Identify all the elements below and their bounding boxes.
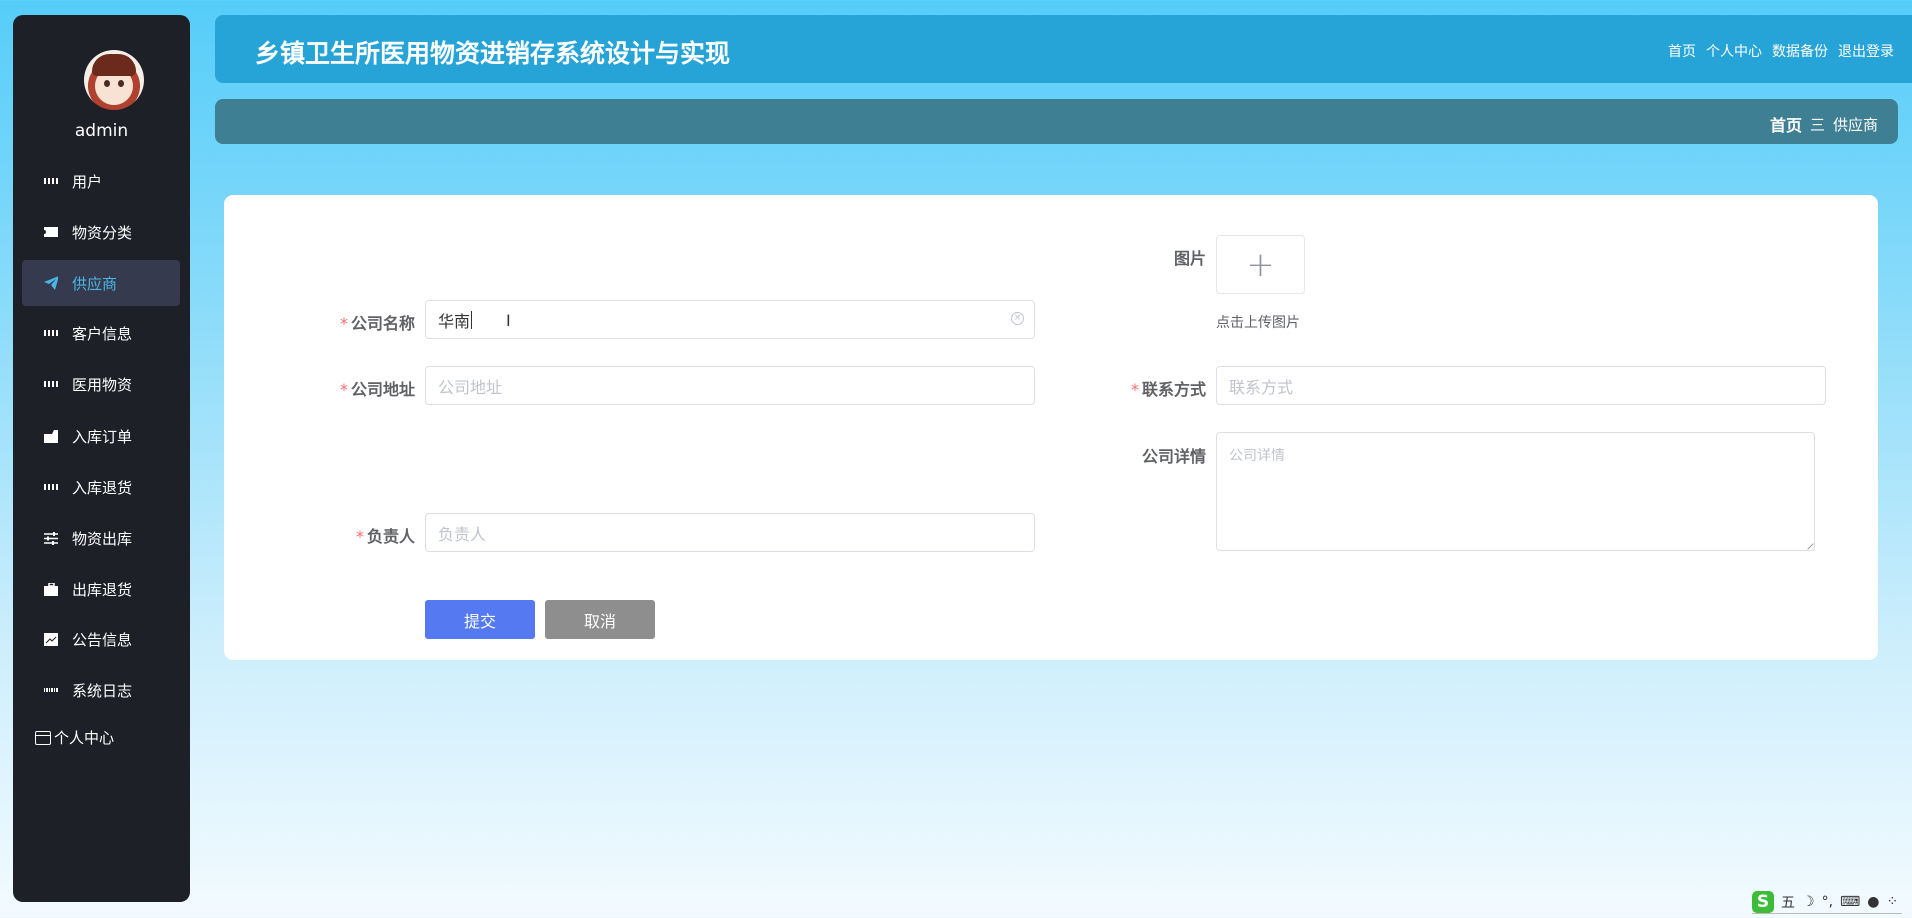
app-title: 乡镇卫生所医用物资进销存系统设计与实现 (255, 39, 731, 68)
sidebar-item-supplier[interactable]: 供应商 (22, 260, 180, 306)
user-icon[interactable]: ● (1867, 894, 1879, 910)
sidebar-item-label: 公告信息 (72, 630, 133, 649)
submit-button[interactable]: 提交 (425, 600, 535, 639)
chart-icon (44, 632, 58, 646)
sidebar-item-category[interactable]: 物资分类 (22, 209, 180, 255)
nav-logout[interactable]: 退出登录 (1838, 41, 1894, 61)
breadcrumb-current: 供应商 (1832, 115, 1878, 134)
nav-personal-center[interactable]: 个人中心 (1706, 41, 1762, 61)
grid-icon (44, 326, 58, 340)
plus-icon: + (1246, 244, 1275, 285)
company-name-label: * 公司名称 (339, 314, 415, 333)
nav-home[interactable]: 首页 (1668, 41, 1696, 61)
apps-icon[interactable]: ⁘ (1886, 894, 1898, 910)
person-in-charge-input[interactable]: 负责人 (425, 513, 1035, 552)
resize-handle[interactable] (1802, 538, 1814, 550)
company-address-label: * 公司地址 (339, 380, 415, 399)
breadcrumb-separator: 三 (1809, 115, 1825, 134)
person-in-charge-label: * 负责人 (355, 527, 415, 546)
breadcrumb-home[interactable]: 首页 (1770, 112, 1802, 136)
contact-label: * 联系方式 (1130, 380, 1206, 399)
sidebar-item-medical-supplies[interactable]: 医用物资 (22, 361, 180, 407)
sidebar-item-label: 物资分类 (72, 223, 133, 242)
ime-toolbar: S 五 ☽ °, ⌨ ● ⁘ (1752, 890, 1903, 914)
grid-icon (44, 174, 58, 188)
contact-input[interactable]: 联系方式 (1216, 366, 1826, 405)
sliders-icon (44, 531, 58, 545)
breadcrumb-bar: 首页 三 供应商 (215, 99, 1898, 144)
briefcase-icon (44, 582, 58, 596)
cancel-button[interactable]: 取消 (545, 600, 655, 639)
table-icon (43, 683, 59, 697)
sidebar-item-users[interactable]: 用户 (22, 158, 180, 204)
sidebar-item-label: 系统日志 (72, 681, 133, 700)
image-label: 图片 (1173, 249, 1206, 268)
sidebar-item-personal-center[interactable]: 个人中心 (35, 727, 114, 748)
avatar[interactable] (84, 50, 144, 110)
username: admin (74, 121, 129, 141)
sidebar-item-system-log[interactable]: 系统日志 (22, 667, 180, 713)
sidebar-item-label: 物资出库 (72, 529, 133, 548)
sogou-logo-icon[interactable]: S (1752, 890, 1774, 913)
grid-icon (44, 480, 58, 494)
paper-plane-icon (44, 276, 58, 290)
sidebar-item-label: 个人中心 (54, 729, 115, 747)
company-address-input[interactable]: 公司地址 (425, 366, 1035, 405)
keyboard-icon[interactable]: ⌨ (1840, 894, 1860, 910)
sidebar-item-outbound[interactable]: 物资出库 (22, 515, 180, 561)
sidebar-item-outbound-returns[interactable]: 出库退货 (22, 566, 180, 612)
nav-data-backup[interactable]: 数据备份 (1772, 41, 1828, 61)
sidebar-item-label: 入库退货 (72, 478, 133, 497)
ticket-icon (44, 225, 58, 239)
text-cursor-icon: I (506, 311, 511, 330)
sidebar-item-label: 用户 (72, 172, 103, 191)
supplier-form: * 公司名称 华南 I × * 公司地址 公司地址 * 负责人 负责人 图片 + 点击上传… (224, 195, 1878, 660)
company-details-textarea[interactable]: 公司详情 (1216, 432, 1815, 551)
company-name-input[interactable]: 华南 I × (425, 300, 1035, 339)
inbox-icon (44, 429, 58, 443)
sidebar-item-inbound-orders[interactable]: 入库订单 (22, 413, 180, 459)
sidebar-item-label: 入库订单 (72, 427, 133, 446)
sidebar: admin 用户 物资分类 供应商 客户信息 医用物资 入库订单 入库退货 物资… (13, 15, 190, 902)
sidebar-item-announcements[interactable]: 公告信息 (22, 616, 180, 662)
company-details-label: 公司详情 (1141, 447, 1206, 466)
ime-mode[interactable]: 五 (1781, 892, 1795, 912)
punctuation-icon[interactable]: °, (1822, 894, 1833, 910)
sidebar-item-inbound-returns[interactable]: 入库退货 (22, 464, 180, 510)
image-upload-button[interactable]: + (1216, 235, 1305, 294)
sidebar-item-label: 出库退货 (72, 580, 133, 599)
sidebar-item-customers[interactable]: 客户信息 (22, 310, 180, 356)
sidebar-item-label: 客户信息 (72, 324, 133, 343)
header: 乡镇卫生所医用物资进销存系统设计与实现 (215, 15, 1912, 83)
wallet-icon (35, 730, 51, 745)
upload-tip: 点击上传图片 (1216, 315, 1300, 331)
moon-icon[interactable]: ☽ (1802, 894, 1815, 910)
clear-icon[interactable]: × (1011, 312, 1024, 325)
top-nav: 首页 个人中心 数据备份 退出登录 (1668, 41, 1894, 61)
grid-icon (44, 377, 58, 391)
sidebar-item-label: 医用物资 (72, 375, 133, 394)
breadcrumb: 首页 三 供应商 (1770, 112, 1878, 136)
sidebar-item-label: 供应商 (72, 274, 118, 293)
